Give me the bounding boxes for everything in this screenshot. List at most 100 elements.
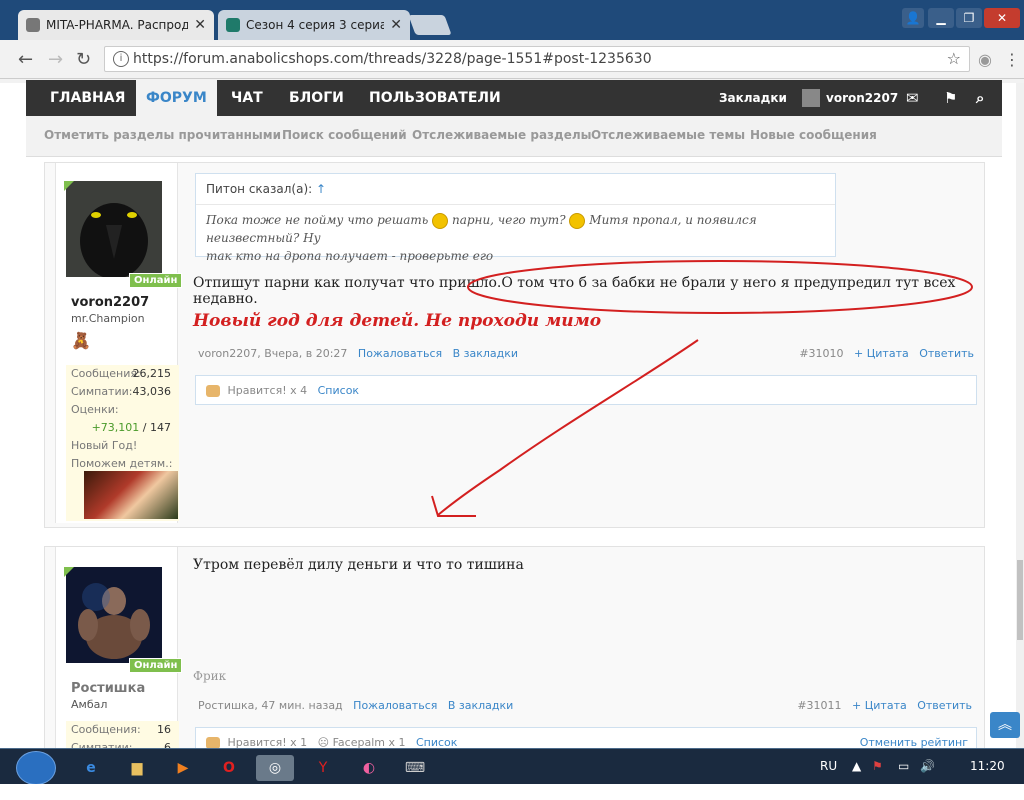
- likes-list-link[interactable]: Список: [318, 384, 359, 397]
- scrollbar[interactable]: [1016, 83, 1024, 748]
- user-sidebar: Онлайн voron2207 mr.Champion 🧸 Сообщения…: [55, 163, 183, 523]
- volume-icon[interactable]: 🔊: [920, 759, 935, 773]
- likes-bar: Нравится! x 4 Список: [195, 375, 977, 405]
- reply-button[interactable]: Ответить: [917, 699, 972, 712]
- tab-inactive[interactable]: Сезон 4 серия 3 сериал ✕: [218, 10, 410, 40]
- user-title: mr.Champion: [71, 312, 145, 325]
- quote-jump-icon[interactable]: ↑: [316, 182, 326, 196]
- user-avatar[interactable]: [802, 89, 820, 107]
- keyboard-icon[interactable]: ⌨: [396, 755, 434, 781]
- maximize-button[interactable]: ❐: [956, 8, 982, 28]
- quote-button[interactable]: + Цитата: [852, 699, 907, 712]
- bookmark-link[interactable]: В закладки: [453, 347, 518, 360]
- post-actions: #31010 + Цитата Ответить: [799, 347, 974, 360]
- charity-image[interactable]: [84, 471, 178, 519]
- charity-link[interactable]: Новый год для детей. Не проходи мимо: [193, 311, 601, 331]
- stat-row: Симпатии: 43,036: [71, 385, 171, 398]
- nav-blogs[interactable]: БЛОГИ: [289, 80, 344, 116]
- title-bar: MITA-PHARMA. Распрод ✕ Сезон 4 серия 3 с…: [0, 0, 1024, 40]
- language-indicator[interactable]: RU: [820, 759, 837, 773]
- sub-nav: Отметить разделы прочитанными Поиск сооб…: [26, 116, 1002, 157]
- post-message: Отпишут парни как получат что пришло.О т…: [193, 275, 956, 307]
- nav-users[interactable]: ПОЛЬЗОВАТЕЛИ: [369, 80, 501, 116]
- flag-icon[interactable]: ⚑: [944, 80, 957, 116]
- taskbar: e ▆ ▶ O ◎ Y ◐ ⌨ RU ▲ ⚑ ▭ 🔊 11:20: [0, 748, 1024, 785]
- username[interactable]: Ростишка: [71, 681, 145, 696]
- post: Онлайн voron2207 mr.Champion 🧸 Сообщения…: [44, 162, 985, 528]
- ie-icon[interactable]: e: [72, 755, 110, 781]
- post-author-date: voron2207, Вчера, в 20:27: [198, 347, 348, 360]
- nav-home[interactable]: ГЛАВНАЯ: [50, 80, 125, 116]
- info-icon[interactable]: i: [113, 51, 129, 67]
- report-link[interactable]: Пожаловаться: [353, 699, 437, 712]
- user-icon[interactable]: 👤: [902, 8, 924, 28]
- subnav-new-posts[interactable]: Новые сообщения: [750, 128, 877, 142]
- back-icon[interactable]: ←: [18, 49, 33, 70]
- smile-icon: [432, 212, 449, 229]
- close-tab-icon[interactable]: ✕: [390, 17, 402, 33]
- menu-icon[interactable]: ⋮: [1004, 50, 1020, 69]
- post-meta: voron2207, Вчера, в 20:27 Пожаловаться В…: [198, 347, 518, 360]
- quote-header: Питон сказал(а): ↑: [196, 174, 835, 205]
- user-title: Амбал: [71, 698, 108, 711]
- close-window-button[interactable]: ✕: [984, 8, 1020, 28]
- signature: Фрик: [193, 669, 227, 683]
- url-field[interactable]: i https://forum.anabolicshops.com/thread…: [104, 46, 970, 72]
- user-sidebar: Онлайн Ростишка Амбал Сообщения:16 Симпа…: [55, 547, 183, 757]
- bookmark-star-icon[interactable]: ☆: [947, 47, 961, 71]
- mail-icon[interactable]: ✉: [906, 80, 919, 116]
- like-icon: [206, 385, 220, 397]
- start-button[interactable]: [16, 751, 56, 785]
- tab-title: Сезон 4 серия 3 сериал: [246, 18, 385, 32]
- subnav-search[interactable]: Поиск сообщений: [282, 128, 407, 142]
- scroll-to-top-button[interactable]: ︽: [990, 712, 1020, 738]
- site-favicon-icon: [26, 18, 40, 32]
- subnav-watched-threads[interactable]: Отслеживаемые темы: [591, 128, 745, 142]
- video-favicon-icon: [226, 18, 240, 32]
- report-link[interactable]: Пожаловаться: [358, 347, 442, 360]
- network-flag-icon[interactable]: ⚑: [872, 759, 883, 773]
- explorer-icon[interactable]: ▆: [118, 755, 156, 781]
- username[interactable]: voron2207: [71, 295, 149, 310]
- scrollbar-thumb[interactable]: [1017, 560, 1023, 640]
- network-icon[interactable]: ▭: [898, 759, 909, 773]
- nav-username[interactable]: voron2207: [826, 80, 898, 116]
- smile-icon: [569, 212, 586, 229]
- screen-bottom: [0, 784, 1024, 800]
- media-player-icon[interactable]: ▶: [164, 755, 202, 781]
- post-message: Утром перевёл дилу деньги и что то тишин…: [193, 557, 524, 573]
- post-number[interactable]: #31011: [797, 699, 841, 712]
- rating-row: +73,101 / 147: [66, 419, 179, 437]
- quote-button[interactable]: + Цитата: [854, 347, 909, 360]
- rating-negative: / 147: [142, 421, 171, 434]
- new-tab-button[interactable]: [408, 15, 452, 35]
- search-icon[interactable]: ⌕: [976, 80, 984, 116]
- minimize-button[interactable]: ▁: [928, 8, 954, 28]
- clock[interactable]: 11:20: [970, 759, 1005, 773]
- chrome-icon[interactable]: ◎: [256, 755, 294, 781]
- avatar[interactable]: [66, 181, 162, 279]
- nav-forum[interactable]: ФОРУМ: [136, 80, 217, 116]
- nav-bookmarks[interactable]: Закладки: [719, 80, 787, 116]
- post-number[interactable]: #31010: [799, 347, 843, 360]
- url-text: https://forum.anabolicshops.com/threads/…: [133, 51, 652, 67]
- tab-active[interactable]: MITA-PHARMA. Распрод ✕: [18, 10, 214, 40]
- yandex-icon[interactable]: Y: [304, 755, 342, 781]
- bookmark-link[interactable]: В закладки: [448, 699, 513, 712]
- forward-icon[interactable]: →: [48, 49, 63, 70]
- tray-expand-icon[interactable]: ▲: [852, 759, 861, 773]
- avatar[interactable]: [66, 567, 162, 663]
- reply-button[interactable]: Ответить: [919, 347, 974, 360]
- likes-count: x 4: [290, 384, 308, 397]
- reload-icon[interactable]: ↻: [76, 49, 91, 70]
- extension-icon[interactable]: ◉: [978, 50, 992, 69]
- stat-row: Сообщения: 26,215: [71, 367, 171, 380]
- opera-icon[interactable]: O: [210, 755, 248, 781]
- browser-app-icon[interactable]: ◐: [350, 755, 388, 781]
- close-tab-icon[interactable]: ✕: [194, 17, 206, 33]
- post-author-date: Ростишка, 47 мин. назад: [198, 699, 343, 712]
- subnav-mark-read[interactable]: Отметить разделы прочитанными: [44, 128, 281, 142]
- corner-mark: [64, 181, 74, 191]
- nav-chat[interactable]: ЧАТ: [231, 80, 263, 116]
- subnav-watched-forums[interactable]: Отслеживаемые разделы: [412, 128, 591, 142]
